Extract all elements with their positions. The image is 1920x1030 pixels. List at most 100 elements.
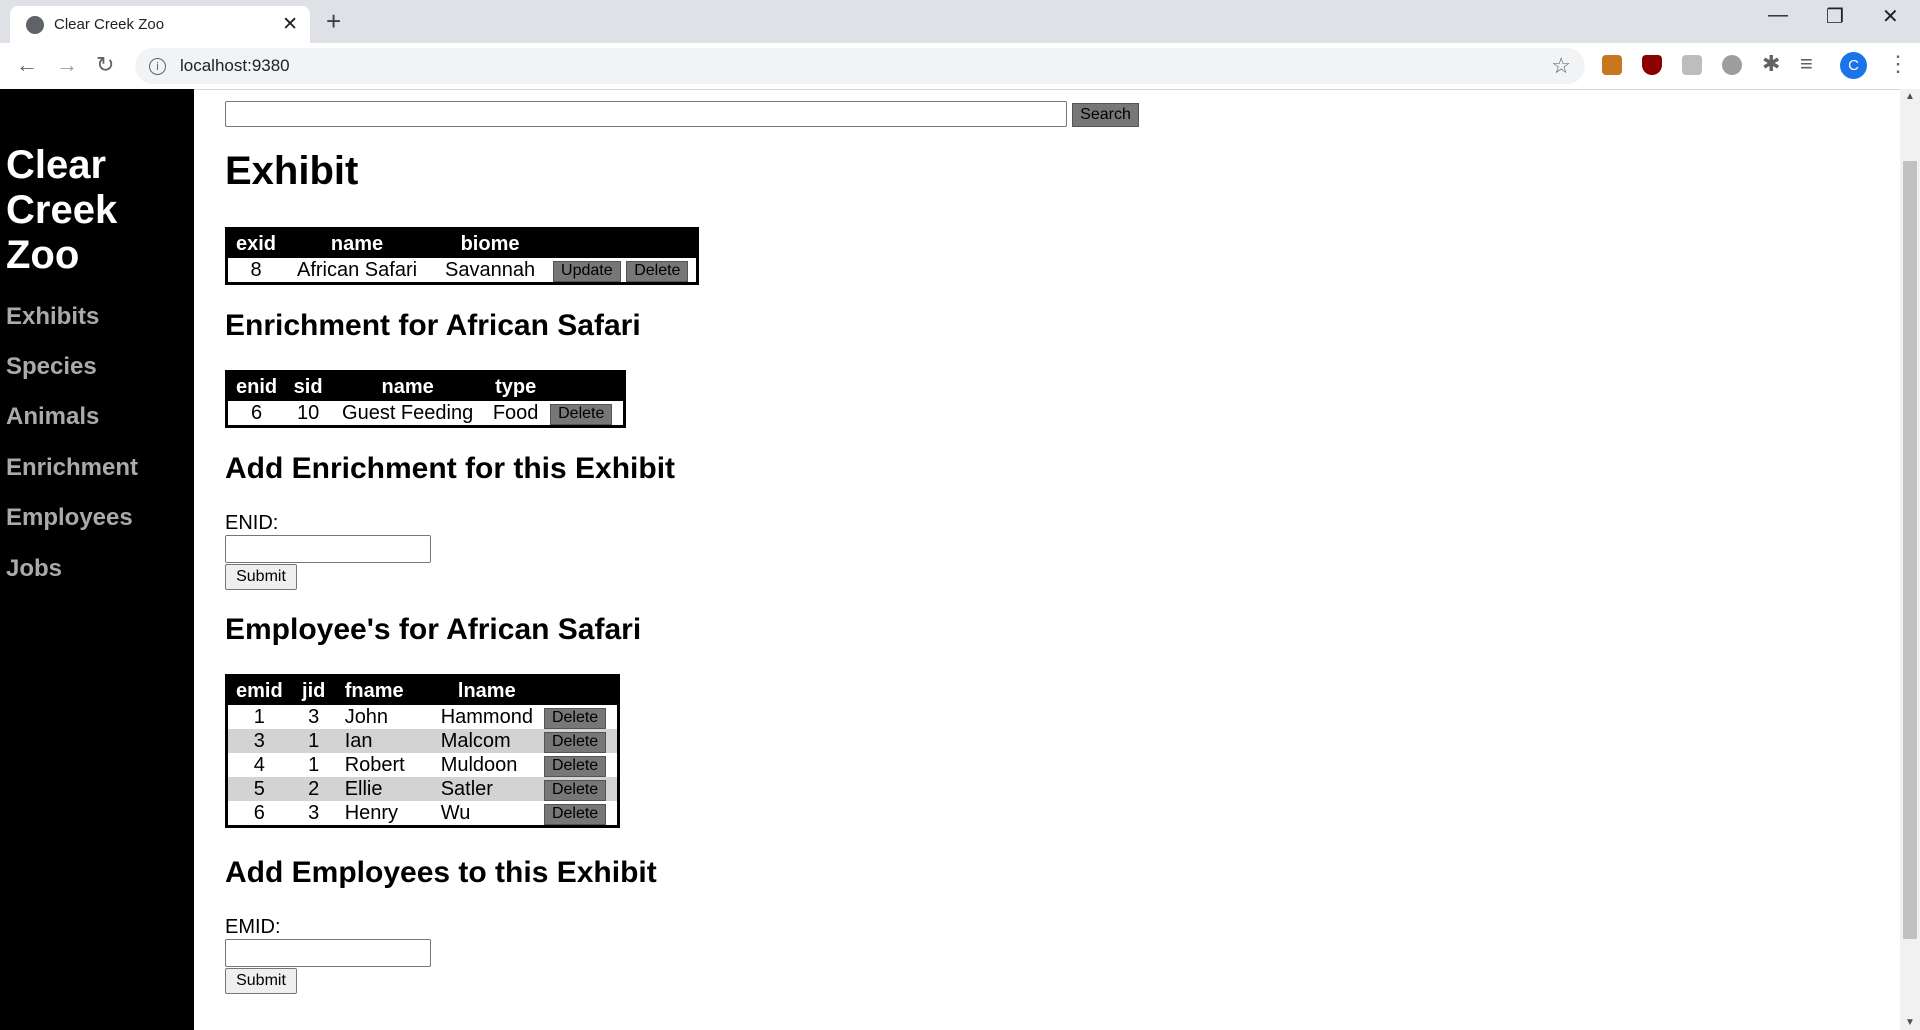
add-enrichment-heading: Add Enrichment for this Exhibit	[225, 452, 676, 485]
brand-line: Creek	[6, 188, 118, 232]
cell-actions: Delete	[541, 705, 619, 729]
forward-icon[interactable]: →	[56, 52, 78, 78]
brand-line: Zoo	[6, 233, 80, 277]
enid-label: ENID:	[225, 512, 279, 534]
page-viewport: Clear Creek Zoo Exhibits Species Animals…	[0, 89, 1920, 1030]
table-row: 5 2 Ellie Satler Delete	[226, 777, 619, 801]
avatar-initial: C	[1848, 57, 1859, 74]
table-row: 8 African Safari Savannah Update Delete	[227, 258, 698, 284]
emid-label: EMID:	[225, 916, 281, 938]
submit-enrichment-button[interactable]: Submit	[225, 564, 297, 590]
sidebar-item-enrichment[interactable]: Enrichment	[6, 454, 138, 482]
back-icon[interactable]: ←	[16, 52, 38, 78]
cell-actions: Delete	[540, 729, 619, 753]
delete-button[interactable]: Delete	[543, 803, 607, 825]
close-icon[interactable]: ✕	[282, 13, 298, 36]
cell-actions: Delete	[541, 801, 619, 827]
cell-fname: John	[344, 705, 389, 728]
delete-button[interactable]: Delete	[550, 403, 613, 425]
column-header: jid	[290, 675, 337, 705]
column-header-actions	[550, 228, 698, 258]
menu-icon[interactable]: ⋮	[1887, 51, 1909, 77]
table-header-row: exid name biome	[226, 228, 698, 258]
star-icon[interactable]: ☆	[1551, 53, 1571, 79]
cell-name: African Safari	[297, 258, 418, 281]
column-header: fname	[336, 675, 433, 705]
sidebar-item-employees[interactable]: Employees	[6, 504, 133, 532]
sidebar-item-species[interactable]: Species	[6, 353, 97, 381]
cell-fname: Ian	[336, 729, 433, 753]
extension-icon[interactable]	[1722, 55, 1742, 75]
emid-field[interactable]	[225, 939, 431, 967]
table-row: 1 3 John Hammond Delete	[227, 705, 619, 729]
browser-tab-bar: Clear Creek Zoo ✕ + — ❐ ✕	[0, 0, 1920, 43]
info-icon[interactable]: i	[149, 57, 166, 75]
cell-fname: Ellie	[336, 777, 433, 801]
brand-line: Clear	[6, 143, 107, 187]
employees-heading: Employee's for African Safari	[225, 613, 642, 646]
extension-icon[interactable]	[1682, 55, 1702, 75]
browser-tab[interactable]: Clear Creek Zoo ✕	[10, 6, 310, 43]
scrollbar-thumb[interactable]	[1903, 161, 1917, 939]
delete-button[interactable]: Delete	[543, 731, 607, 753]
browser-toolbar: ← → ↻ i localhost:9380 ☆ ✱ ≡ C ⋮	[0, 43, 1920, 90]
column-header: type	[484, 371, 548, 401]
cell-jid: 3	[308, 801, 320, 824]
scroll-down-icon[interactable]: ▼	[1905, 1017, 1915, 1028]
sidebar: Clear Creek Zoo Exhibits Species Animals…	[0, 89, 194, 1030]
cell-jid: 1	[308, 753, 320, 776]
sidebar-item-jobs[interactable]: Jobs	[6, 555, 62, 583]
column-header: emid	[226, 675, 291, 705]
table-header-row: emid jid fname lname	[226, 675, 619, 705]
avatar[interactable]: C	[1840, 52, 1867, 79]
page-title: Exhibit	[225, 149, 359, 193]
media-icon[interactable]: ≡	[1800, 51, 1813, 77]
enid-field[interactable]	[225, 535, 431, 563]
cell-lname: Satler	[432, 777, 541, 801]
table-row: 6 3 Henry Wu Delete	[227, 801, 619, 827]
minimize-icon[interactable]: —	[1768, 4, 1788, 27]
delete-button[interactable]: Delete	[626, 260, 689, 282]
table-row: 6 10 Guest Feeding Food Delete	[227, 401, 625, 427]
cell-emid: 3	[226, 729, 291, 753]
delete-button[interactable]: Delete	[543, 755, 607, 777]
employees-table: emid jid fname lname 1 3 John Hammond De…	[225, 674, 620, 828]
delete-button[interactable]: Delete	[543, 779, 607, 801]
restore-icon[interactable]: ❐	[1826, 4, 1844, 29]
search-button[interactable]: Search	[1072, 103, 1139, 127]
address-bar[interactable]: i localhost:9380 ☆	[135, 48, 1585, 84]
sidebar-item-animals[interactable]: Animals	[6, 403, 99, 431]
cell-sid: 10	[297, 401, 320, 424]
cell-lname: Wu	[440, 801, 471, 824]
column-header-actions	[547, 371, 625, 401]
ublock-icon[interactable]	[1642, 55, 1662, 75]
plus-icon[interactable]: +	[326, 6, 341, 37]
delete-button[interactable]: Delete	[543, 707, 607, 729]
column-header-actions	[540, 675, 619, 705]
sidebar-item-exhibits[interactable]: Exhibits	[6, 303, 99, 331]
globe-icon	[26, 15, 44, 34]
cell-emid: 4	[253, 753, 265, 776]
cell-emid: 1	[253, 705, 265, 728]
extension-icon[interactable]	[1602, 55, 1622, 75]
submit-employee-button[interactable]: Submit	[225, 968, 297, 994]
window-close-icon[interactable]: ✕	[1882, 4, 1899, 29]
reload-icon[interactable]: ↻	[96, 52, 114, 78]
cell-actions: Update Delete	[550, 258, 698, 284]
scroll-up-icon[interactable]: ▲	[1905, 91, 1915, 102]
search-input[interactable]	[225, 101, 1067, 127]
tab-title: Clear Creek Zoo	[54, 16, 165, 33]
cell-lname: Muldoon	[440, 753, 518, 776]
cell-biome: Savannah	[444, 258, 536, 281]
add-employee-heading: Add Employees to this Exhibit	[225, 856, 657, 889]
cell-fname: Robert	[344, 753, 405, 776]
column-header: sid	[285, 371, 332, 401]
page-scrollbar[interactable]: ▲ ▼	[1900, 89, 1920, 1030]
cell-actions: Delete	[541, 753, 619, 777]
cell-lname: Malcom	[432, 729, 541, 753]
update-button[interactable]: Update	[553, 260, 621, 282]
table-row: 3 1 Ian Malcom Delete	[226, 729, 619, 753]
url-text: localhost:9380	[180, 56, 290, 75]
column-header: biome	[430, 228, 551, 258]
puzzle-icon[interactable]: ✱	[1762, 51, 1780, 77]
